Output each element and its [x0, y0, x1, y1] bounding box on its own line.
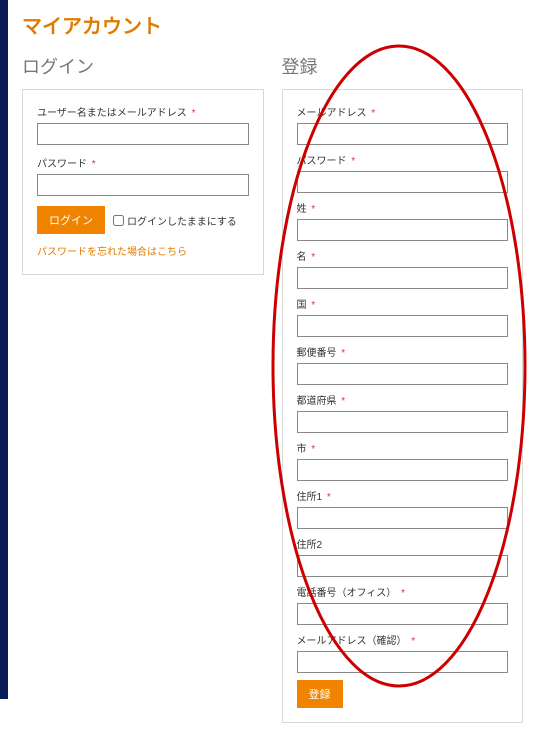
remember-me-wrap[interactable]: ログインしたままにする [113, 213, 237, 228]
register-lastname-label: 姓 * [297, 200, 509, 215]
register-column: 登録 メールアドレス * パスワード * 姓 * 名 * [282, 53, 524, 723]
remember-me-label: ログインしたままにする [127, 213, 237, 228]
register-firstname-row: 名 * [297, 248, 509, 289]
register-postal-row: 郵便番号 * [297, 344, 509, 385]
columns: ログイン ユーザー名またはメールアドレス * パスワード * ログイン ログイン… [22, 53, 523, 723]
register-country-row: 国 * [297, 296, 509, 337]
register-country-input[interactable] [297, 315, 509, 337]
remember-me-checkbox[interactable] [113, 215, 124, 226]
login-password-input[interactable] [37, 174, 249, 196]
register-city-label: 市 * [297, 440, 509, 455]
register-address2-row: 住所2 [297, 536, 509, 577]
register-lastname-row: 姓 * [297, 200, 509, 241]
login-actions: ログイン ログインしたままにする [37, 206, 249, 234]
forgot-password-link[interactable]: パスワードを忘れた場合はこちら [37, 247, 187, 258]
register-postal-input[interactable] [297, 363, 509, 385]
register-email-confirm-input[interactable] [297, 651, 509, 673]
register-prefecture-row: 都道府県 * [297, 392, 509, 433]
login-form: ユーザー名またはメールアドレス * パスワード * ログイン ログインしたままに… [22, 89, 264, 275]
left-accent-bar [0, 0, 8, 699]
register-firstname-label: 名 * [297, 248, 509, 263]
register-form: メールアドレス * パスワード * 姓 * 名 * 国 * [282, 89, 524, 723]
register-lastname-input[interactable] [297, 219, 509, 241]
register-phone-input[interactable] [297, 603, 509, 625]
register-email-label: メールアドレス * [297, 104, 509, 119]
register-email-input[interactable] [297, 123, 509, 145]
login-password-label: パスワード * [37, 155, 249, 170]
register-password-label: パスワード * [297, 152, 509, 167]
login-column: ログイン ユーザー名またはメールアドレス * パスワード * ログイン ログイン… [22, 53, 264, 723]
register-address1-row: 住所1 * [297, 488, 509, 529]
register-city-input[interactable] [297, 459, 509, 481]
register-address1-input[interactable] [297, 507, 509, 529]
register-heading: 登録 [282, 53, 524, 79]
register-email-row: メールアドレス * [297, 104, 509, 145]
register-password-input[interactable] [297, 171, 509, 193]
register-prefecture-input[interactable] [297, 411, 509, 433]
register-address1-label: 住所1 * [297, 488, 509, 503]
login-password-row: パスワード * [37, 155, 249, 196]
page-title: マイアカウント [22, 10, 523, 39]
login-username-input[interactable] [37, 123, 249, 145]
login-username-label: ユーザー名またはメールアドレス * [37, 104, 249, 119]
register-password-row: パスワード * [297, 152, 509, 193]
register-address2-input[interactable] [297, 555, 509, 577]
register-firstname-input[interactable] [297, 267, 509, 289]
register-address2-label: 住所2 [297, 536, 509, 551]
register-phone-label: 電話番号（オフィス） * [297, 584, 509, 599]
main-content: マイアカウント ログイン ユーザー名またはメールアドレス * パスワード * ロ… [0, 0, 537, 733]
login-heading: ログイン [22, 53, 264, 79]
register-button[interactable]: 登録 [297, 680, 343, 708]
login-button[interactable]: ログイン [37, 206, 105, 234]
login-username-row: ユーザー名またはメールアドレス * [37, 104, 249, 145]
register-email-confirm-row: メールアドレス（確認） * [297, 632, 509, 673]
register-country-label: 国 * [297, 296, 509, 311]
register-phone-row: 電話番号（オフィス） * [297, 584, 509, 625]
register-email-confirm-label: メールアドレス（確認） * [297, 632, 509, 647]
register-city-row: 市 * [297, 440, 509, 481]
register-postal-label: 郵便番号 * [297, 344, 509, 359]
register-prefecture-label: 都道府県 * [297, 392, 509, 407]
